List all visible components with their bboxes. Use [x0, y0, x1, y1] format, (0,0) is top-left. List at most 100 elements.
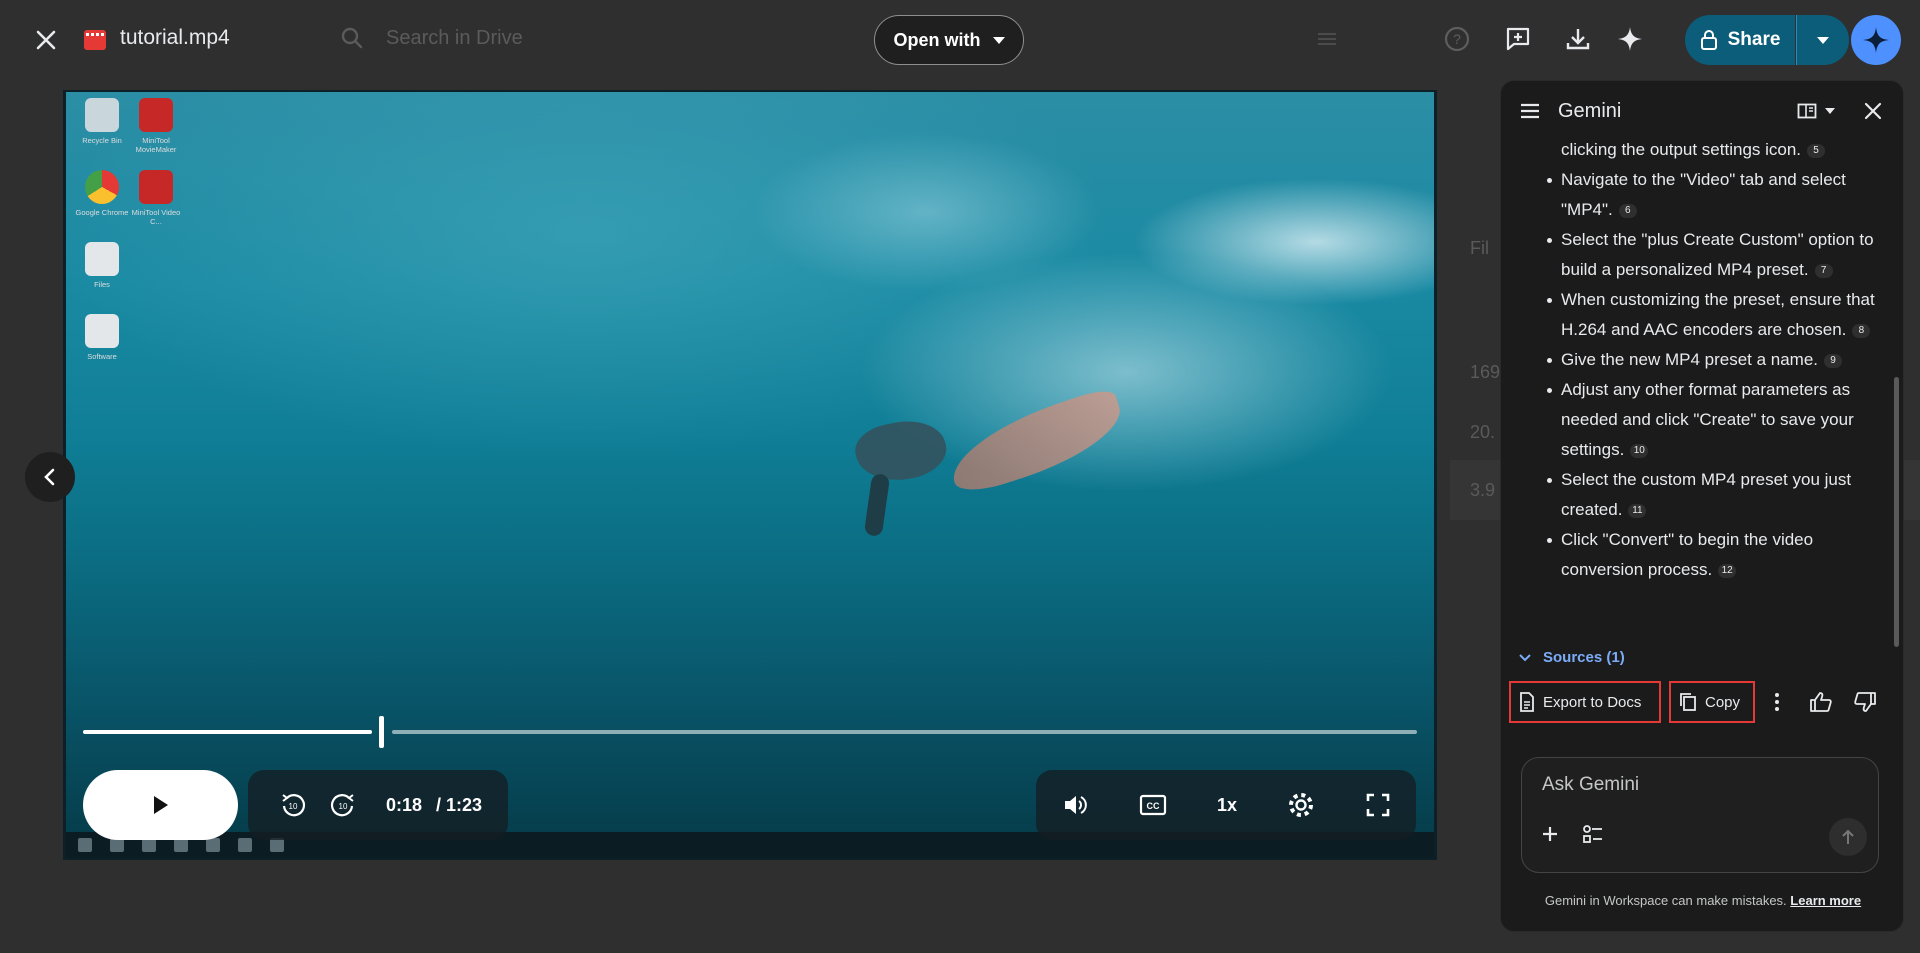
row-value: 3.9	[1470, 480, 1496, 500]
search-icon	[341, 27, 363, 49]
svg-text:CC: CC	[1146, 801, 1159, 811]
desktop-icon: Google Chrome	[74, 170, 130, 217]
svg-text:10: 10	[339, 802, 348, 811]
tools-button[interactable]	[1582, 824, 1604, 849]
gemini-scrollbar[interactable]	[1894, 377, 1899, 647]
sources-label: Sources (1)	[1543, 649, 1625, 666]
volume-icon	[1064, 796, 1087, 814]
gemini-disclaimer: Gemini in Workspace can make mistakes. L…	[1501, 893, 1903, 908]
download-button[interactable]	[1561, 22, 1595, 56]
sparkle-icon	[1618, 27, 1642, 51]
chevron-down-icon	[1817, 36, 1829, 44]
list-item: Give the new MP4 preset a name. 9	[1547, 345, 1887, 375]
gear-icon	[1288, 793, 1313, 817]
gemini-sparkle-button[interactable]	[1613, 22, 1647, 56]
seek-played	[83, 730, 372, 734]
arrow-up-icon	[1842, 829, 1854, 844]
rewind-10-icon: 10	[282, 794, 306, 817]
search-bar: Search in Drive	[340, 26, 523, 50]
send-button[interactable]	[1829, 818, 1867, 856]
open-with-button[interactable]: Open with	[874, 15, 1024, 65]
svg-text:?: ?	[1453, 31, 1461, 47]
thumbs-up-button[interactable]	[1809, 691, 1833, 718]
captions-icon: CC	[1139, 794, 1167, 816]
citation-badge[interactable]: 12	[1718, 564, 1737, 578]
steps-list: clicking the output settings icon. 5 Navig…	[1501, 135, 1887, 585]
desktop-icon: MiniTool Video C...	[128, 170, 184, 226]
duration: / 1:23	[436, 794, 483, 815]
volume-button[interactable]	[1061, 791, 1089, 819]
chevron-left-icon	[44, 468, 55, 486]
open-with-label: Open with	[893, 29, 981, 50]
thumbs-up-icon	[1810, 692, 1832, 712]
seek-handle[interactable]	[379, 716, 384, 748]
list-item-text: Navigate to the "Video" tab and select "…	[1561, 170, 1846, 219]
list-item: Select the custom MP4 preset you just cr…	[1547, 465, 1887, 525]
close-viewer-button[interactable]	[28, 22, 64, 58]
sources-toggle[interactable]: Sources (1)	[1519, 649, 1625, 666]
share-label: Share	[1727, 29, 1781, 50]
thumbs-down-icon	[1854, 692, 1876, 712]
citation-badge[interactable]: 10	[1630, 444, 1649, 458]
settings-button[interactable]	[1287, 791, 1315, 819]
gemini-panel: Gemini clicking the output settings icon…	[1500, 80, 1904, 932]
gemini-button[interactable]	[1851, 15, 1901, 65]
citation-badge[interactable]: 8	[1852, 324, 1871, 338]
viewer-topbar: tutorial.mp4 Search in Drive Open with ?…	[0, 0, 1920, 78]
export-to-docs-button[interactable]: Export to Docs	[1509, 681, 1661, 723]
row-value: 20.	[1470, 422, 1496, 442]
row-value: 169	[1470, 362, 1501, 382]
list-item: clicking the output settings icon. 5	[1561, 135, 1887, 165]
fullscreen-button[interactable]	[1365, 792, 1391, 818]
plus-icon	[1543, 827, 1557, 841]
menu-icon	[1521, 103, 1539, 119]
ask-gemini-input[interactable]: Ask Gemini	[1542, 774, 1639, 796]
side-panel-icon	[1797, 103, 1817, 119]
panel-layout-button[interactable]	[1797, 103, 1835, 119]
desktop-icon: Files	[74, 242, 130, 289]
svg-text:10: 10	[289, 802, 298, 811]
close-icon	[1864, 102, 1882, 120]
play-icon	[153, 796, 168, 814]
captions-button[interactable]: CC	[1139, 793, 1167, 817]
gemini-menu-button[interactable]	[1519, 101, 1541, 126]
learn-more-link[interactable]: Learn more	[1790, 893, 1861, 908]
forward-10-icon: 10	[330, 794, 354, 817]
response-actions: Export to Docs Copy	[1509, 681, 1899, 725]
gemini-header: Gemini	[1501, 81, 1903, 143]
add-button[interactable]	[1540, 824, 1560, 849]
seek-bar[interactable]	[83, 716, 1417, 748]
add-comment-button[interactable]	[1501, 22, 1535, 56]
list-item: When customizing the preset, ensure that…	[1547, 285, 1887, 345]
time-display: 0:18 / 1:23	[386, 795, 486, 816]
list-item-text: When customizing the preset, ensure that…	[1561, 290, 1875, 339]
citation-badge[interactable]: 7	[1814, 264, 1833, 278]
more-options-button[interactable]	[1773, 691, 1781, 718]
video-player[interactable]: Recycle Bin MiniTool MovieMaker Google C…	[63, 90, 1437, 860]
help-button[interactable]: ?	[1440, 22, 1474, 56]
copy-button[interactable]: Copy	[1669, 681, 1755, 723]
citation-badge[interactable]: 9	[1824, 354, 1843, 368]
list-item-text: Give the new MP4 preset a name.	[1561, 350, 1819, 369]
share-options-button[interactable]	[1796, 15, 1849, 65]
desktop-icon: MiniTool MovieMaker	[128, 98, 184, 154]
chevron-down-icon	[1825, 108, 1835, 114]
thumbs-down-button[interactable]	[1853, 691, 1877, 718]
playback-speed-button[interactable]: 1x	[1217, 795, 1237, 816]
rewind-10-button[interactable]: 10	[268, 791, 318, 819]
gemini-response: clicking the output settings icon. 5 Navig…	[1501, 135, 1887, 713]
ask-gemini-box[interactable]: Ask Gemini	[1521, 757, 1879, 873]
citation-badge[interactable]: 5	[1807, 144, 1826, 158]
search-placeholder: Search in Drive	[386, 26, 523, 49]
list-item: Adjust any other format parameters as ne…	[1547, 375, 1887, 465]
citation-badge[interactable]: 6	[1618, 204, 1637, 218]
copy-icon	[1680, 693, 1696, 711]
previous-file-button[interactable]	[25, 452, 75, 502]
right-controls: CC 1x	[1036, 770, 1416, 840]
forward-10-button[interactable]: 10	[318, 791, 368, 819]
share-button[interactable]: Share	[1685, 15, 1795, 65]
file-size-header: Fil	[1470, 238, 1489, 258]
citation-badge[interactable]: 11	[1628, 504, 1647, 518]
close-gemini-button[interactable]	[1863, 101, 1883, 126]
play-button[interactable]	[83, 770, 238, 840]
